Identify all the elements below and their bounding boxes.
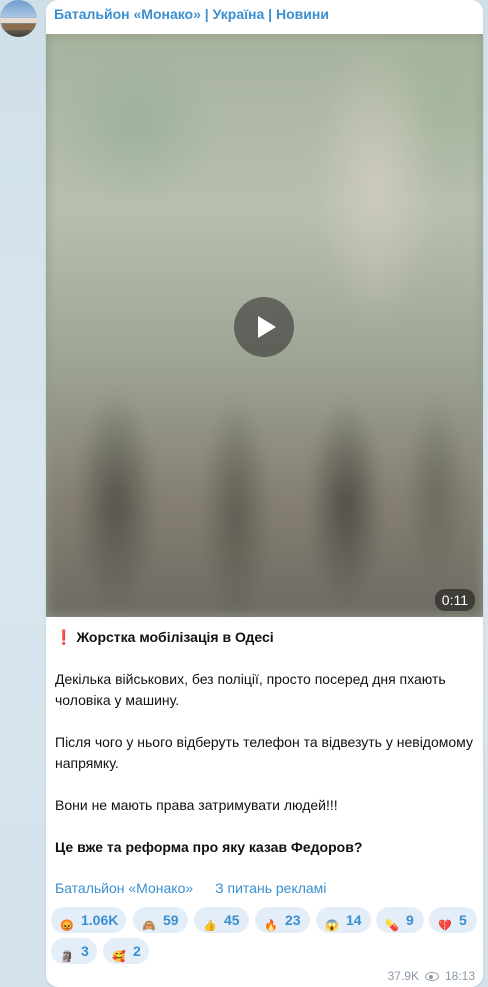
fire-icon: 🔥 (264, 920, 278, 932)
channel-name[interactable]: Батальйон «Монако» | Україна | Новини (54, 6, 329, 22)
ads-contact-link[interactable]: З питань рекламі (215, 880, 326, 896)
play-button[interactable] (234, 297, 294, 357)
post-links: Батальйон «Монако» З питань рекламі (55, 880, 326, 896)
screaming-face-icon: 😱 (325, 920, 339, 932)
play-icon (258, 316, 276, 338)
reaction-count: 5 (459, 912, 467, 928)
video-preview[interactable]: 0:11 (46, 34, 483, 617)
pill-icon: 💊 (385, 920, 399, 932)
post-paragraph: Після чого у нього відберуть телефон та … (55, 734, 473, 771)
post-paragraph: Декілька військових, без поліції, просто… (55, 671, 446, 708)
message-meta: 37.9K 18:13 (388, 969, 475, 983)
reaction-pill[interactable]: 💊 9 (376, 907, 424, 933)
reaction-thumbs-up[interactable]: 👍 45 (194, 907, 249, 933)
post-title: Жорстка мобілізація в Одесі (76, 629, 274, 645)
reaction-enraged[interactable]: 😡 1.06K (51, 907, 126, 933)
reaction-count: 59 (163, 912, 179, 928)
chat-background: Батальйон «Монако» | Україна | Новини 0:… (0, 0, 488, 987)
avatar-image-band (0, 18, 37, 23)
reaction-count: 2 (133, 943, 141, 959)
post-question: Це вже та реформа про яку казав Федоров? (55, 839, 363, 855)
reaction-count: 14 (346, 912, 362, 928)
reaction-count: 45 (224, 912, 240, 928)
reaction-moai[interactable]: 🗿 3 (51, 938, 97, 964)
thumbs-up-icon: 👍 (203, 920, 217, 932)
message-text: ❗ Жорстка мобілізація в Одесі Декілька ві… (55, 627, 475, 879)
avatar-image-band (4, 24, 35, 30)
reaction-count: 1.06K (81, 912, 119, 928)
reaction-see-no-evil[interactable]: 🙈 59 (133, 907, 188, 933)
post-title-line: ❗ Жорстка мобілізація в Одесі (55, 627, 475, 648)
channel-avatar[interactable] (0, 0, 37, 37)
reaction-broken-heart[interactable]: 💔 5 (429, 907, 477, 933)
reaction-count: 3 (81, 943, 89, 959)
message-time: 18:13 (444, 969, 475, 983)
message-bubble: Батальйон «Монако» | Україна | Новини 0:… (46, 0, 483, 987)
video-duration-badge: 0:11 (434, 589, 475, 611)
channel-link[interactable]: Батальйон «Монако» (55, 880, 193, 896)
eye-icon (424, 972, 439, 981)
moai-icon: 🗿 (60, 951, 74, 963)
reaction-count: 23 (285, 912, 301, 928)
enraged-face-icon: 😡 (60, 920, 74, 932)
exclamation-icon: ❗ (55, 629, 73, 645)
view-count: 37.9K (387, 969, 419, 983)
smiling-face-with-hearts-icon: 🥰 (112, 951, 126, 963)
reaction-smiling-hearts[interactable]: 🥰 2 (103, 938, 149, 964)
post-paragraph: Вони не мають права затримувати людей!!! (55, 797, 338, 813)
broken-heart-icon: 💔 (438, 920, 452, 932)
reaction-count: 9 (406, 912, 414, 928)
see-no-evil-monkey-icon: 🙈 (142, 920, 156, 932)
reaction-fire[interactable]: 🔥 23 (255, 907, 310, 933)
reaction-screaming[interactable]: 😱 14 (316, 907, 371, 933)
